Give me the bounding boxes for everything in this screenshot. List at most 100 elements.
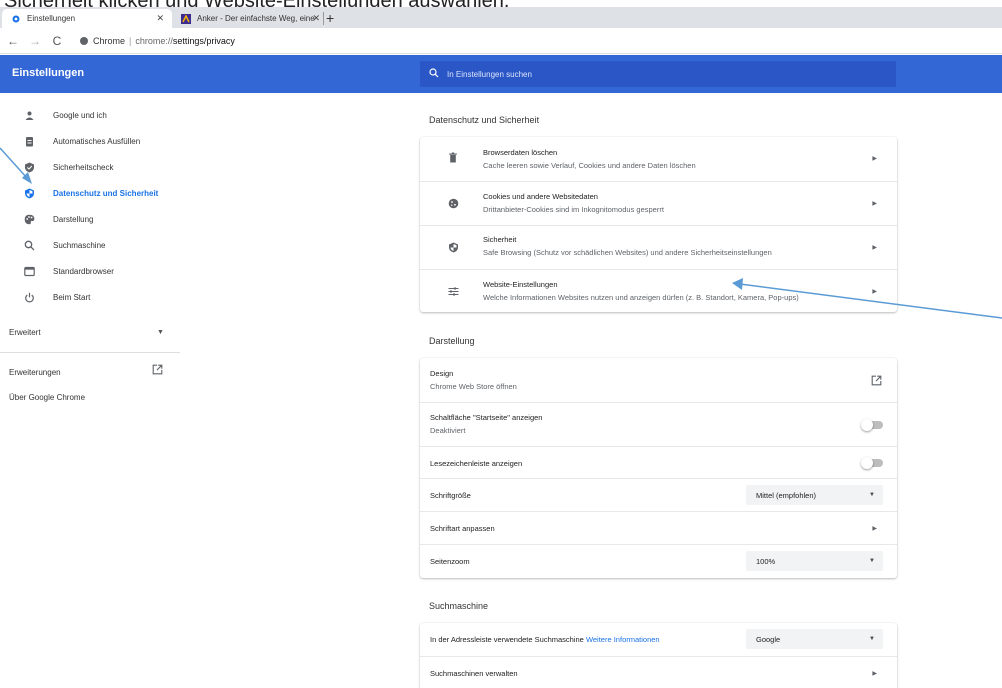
sidebar-item-label: Beim Start [53, 292, 91, 302]
url-host: chrome:// [135, 35, 173, 46]
row-title: Lesezeichenleiste anzeigen [430, 459, 523, 468]
palette-icon [24, 214, 35, 225]
row-design[interactable]: Design Chrome Web Store öffnen [420, 358, 897, 402]
sidebar-item-label: Suchmaschine [53, 240, 106, 250]
divider: | [129, 35, 132, 46]
sidebar-item-safety-check[interactable]: Sicherheitscheck [0, 154, 180, 180]
settings-header: Einstellungen In Einstellungen suchen [0, 55, 1002, 93]
row-title: Schriftart anpassen [430, 524, 495, 533]
sidebar-divider [0, 352, 180, 353]
back-arrow-icon[interactable]: ← [5, 34, 21, 48]
chevron-down-icon[interactable]: ▼ [157, 329, 164, 336]
close-icon[interactable]: ✕ [156, 13, 164, 24]
row-title: In der Adressleiste verwendete Suchmasch… [430, 635, 660, 644]
cookie-icon [447, 198, 459, 212]
page-zoom-select[interactable]: 100% ▼ [746, 551, 883, 571]
sidebar-item-default-browser[interactable]: Standardbrowser [0, 258, 180, 284]
sidebar-item-autofill[interactable]: Automatisches Ausfüllen [0, 128, 180, 154]
url-path: settings/privacy [172, 35, 235, 46]
row-customize-fonts[interactable]: Schriftart anpassen ▶ [420, 511, 897, 544]
trash-icon [447, 152, 459, 166]
forward-arrow-icon[interactable]: → [27, 34, 43, 48]
row-manage-search-engines[interactable]: Suchmaschinen verwalten ▶ [420, 656, 897, 688]
person-icon [24, 110, 35, 121]
row-subtitle: Safe Browsing (Schutz vor schädlichen We… [483, 248, 772, 257]
bookmarks-bar-toggle[interactable] [861, 457, 883, 469]
sidebar-item-label: Google und ich [53, 110, 107, 120]
row-title: Schriftgröße [430, 491, 471, 500]
row-title: Seitenzoom [430, 557, 470, 566]
tab-title: Einstellungen [27, 14, 76, 23]
sidebar-item-privacy[interactable]: Datenschutz und Sicherheit [0, 180, 180, 206]
section-title-appearance: Darstellung [429, 336, 475, 346]
row-subtitle: Drittanbieter-Cookies sind im Inkognitom… [483, 205, 664, 214]
row-subtitle: Chrome Web Store öffnen [430, 382, 517, 391]
sidebar-item-search-engine[interactable]: Suchmaschine [0, 232, 180, 258]
row-title: Design [430, 369, 454, 378]
sidebar-item-label: Datenschutz und Sicherheit [53, 188, 159, 198]
row-title: Browserdaten löschen [483, 148, 558, 157]
appearance-card: Design Chrome Web Store öffnen Schaltflä… [420, 358, 897, 578]
section-title-privacy: Datenschutz und Sicherheit [429, 115, 540, 125]
row-default-search-engine: In der Adressleiste verwendete Suchmasch… [420, 623, 897, 656]
sidebar-about-chrome[interactable]: Über Google Chrome [9, 393, 85, 402]
gear-icon [11, 14, 21, 24]
close-icon[interactable]: ✕ [312, 13, 320, 24]
font-size-select[interactable]: Mittel (empfohlen) ▼ [746, 485, 883, 505]
shield-check-icon [24, 162, 35, 173]
external-link-icon[interactable] [871, 373, 882, 391]
settings-search-input[interactable]: In Einstellungen suchen [420, 61, 896, 87]
select-value: Mittel (empfohlen) [756, 490, 817, 500]
tab-separator [323, 12, 324, 25]
address-bar[interactable]: Chrome | chrome://settings/privacy [80, 31, 235, 50]
browser-icon [24, 266, 35, 277]
toolbar: ← → C Chrome | chrome://settings/privacy [0, 28, 1002, 54]
learn-more-link[interactable]: Weitere Informationen [586, 635, 660, 644]
chevron-down-icon: ▼ [869, 492, 875, 498]
tab-title: Anker - Der einfachste Weg, eine [197, 14, 315, 23]
chevron-down-icon: ▼ [869, 636, 875, 642]
chevron-right-icon: ▶ [872, 526, 877, 532]
sidebar-item-label: Automatisches Ausfüllen [53, 136, 141, 146]
row-security[interactable]: Sicherheit Safe Browsing (Schutz vor sch… [420, 225, 897, 269]
tab-settings[interactable]: Einstellungen ✕ [2, 9, 172, 28]
row-page-zoom: Seitenzoom 100% ▼ [420, 544, 897, 578]
row-home-button[interactable]: Schaltfläche "Startseite" anzeigen Deakt… [420, 402, 897, 446]
sidebar-item-label: Standardbrowser [53, 266, 114, 276]
engine-label: In der Adressleiste verwendete Suchmasch… [430, 635, 584, 644]
row-cookies[interactable]: Cookies und andere Websitedaten Drittanb… [420, 181, 897, 225]
row-subtitle: Deaktiviert [430, 426, 466, 435]
search-engine-card: In der Adressleiste verwendete Suchmasch… [420, 623, 897, 688]
row-title: Website-Einstellungen [483, 280, 558, 289]
external-link-icon[interactable] [152, 364, 163, 378]
shield-icon [24, 188, 35, 199]
sidebar-item-on-startup[interactable]: Beim Start [0, 284, 180, 310]
page-title: Einstellungen [12, 67, 85, 79]
reload-icon[interactable]: C [49, 34, 65, 48]
new-tab-button[interactable]: + [326, 10, 334, 26]
chevron-right-icon: ▶ [872, 201, 877, 207]
tab-anker[interactable]: Anker - Der einfachste Weg, eine ✕ [172, 9, 324, 28]
sidebar-advanced[interactable]: Erweitert [9, 328, 41, 337]
search-icon [429, 67, 439, 81]
chevron-right-icon: ▶ [872, 289, 877, 295]
toggle-knob [861, 457, 873, 469]
sidebar-item-label: Sicherheitscheck [53, 162, 114, 172]
sidebar-item-appearance[interactable]: Darstellung [0, 206, 180, 232]
sidebar-extensions[interactable]: Erweiterungen [9, 368, 61, 377]
select-value: 100% [756, 556, 776, 566]
anker-favicon-icon [181, 13, 191, 24]
row-subtitle: Welche Informationen Websites nutzen und… [483, 293, 799, 302]
row-clear-browsing-data[interactable]: Browserdaten löschen Cache leeren sowie … [420, 137, 897, 181]
row-title: Cookies und andere Websitedaten [483, 192, 598, 201]
scheme-label: Chrome [93, 35, 126, 46]
search-engine-select[interactable]: Google ▼ [746, 629, 883, 649]
row-site-settings[interactable]: Website-Einstellungen Welche Information… [420, 269, 897, 312]
row-title: Suchmaschinen verwalten [430, 669, 518, 678]
row-bookmarks-bar[interactable]: Lesezeichenleiste anzeigen [420, 446, 897, 478]
home-button-toggle[interactable] [861, 419, 883, 431]
sidebar-item-google[interactable]: Google und ich [0, 102, 180, 128]
shield-icon [447, 242, 459, 256]
chevron-right-icon: ▶ [872, 671, 877, 677]
row-subtitle: Cache leeren sowie Verlauf, Cookies und … [483, 161, 696, 170]
